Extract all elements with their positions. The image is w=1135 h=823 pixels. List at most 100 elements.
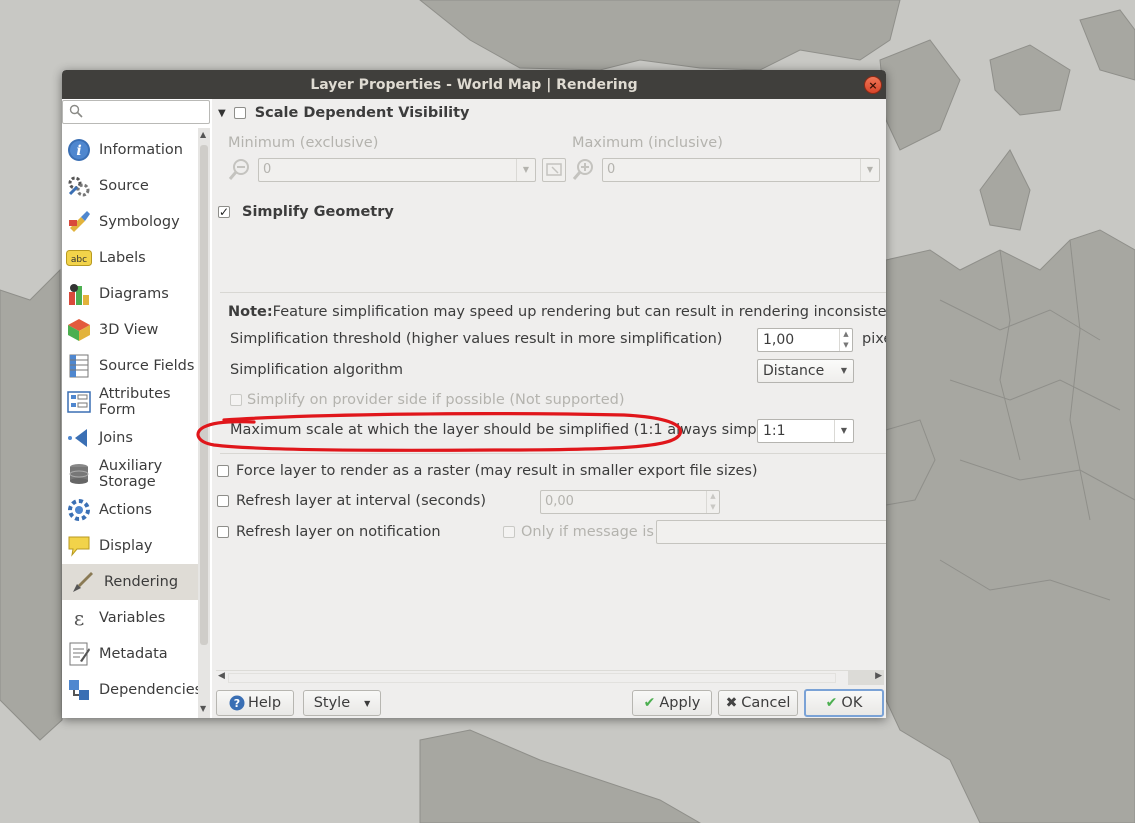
attributes-form-icon xyxy=(66,389,92,415)
cancel-label: Cancel xyxy=(741,695,791,711)
sidebar-item-metadata[interactable]: Metadata xyxy=(62,636,198,672)
search-icon xyxy=(69,104,83,118)
search-box[interactable] xyxy=(62,100,210,124)
joins-icon xyxy=(66,425,92,451)
symbology-icon xyxy=(66,209,92,235)
sidebar-item-rendering[interactable]: Rendering xyxy=(62,564,198,600)
sidebar-item-actions[interactable]: Actions xyxy=(62,492,198,528)
force-raster-checkbox[interactable] xyxy=(217,465,229,477)
current-scale-button[interactable] xyxy=(542,158,566,182)
sidebar-item-source-fields[interactable]: Source Fields xyxy=(62,348,198,384)
sidebar-item-auxiliary-storage[interactable]: Auxiliary Storage xyxy=(62,456,198,492)
spin-arrows-icon[interactable]: ▲ ▼ xyxy=(706,491,719,513)
refresh-notification-checkbox[interactable] xyxy=(217,526,229,538)
algorithm-value: Distance xyxy=(763,363,825,379)
min-scale-label: Minimum (exclusive) xyxy=(228,135,379,151)
checkmark-icon: ✔ xyxy=(825,695,838,711)
collapse-arrow-icon[interactable]: ▼ xyxy=(218,108,226,119)
scroll-right-icon[interactable]: ▶ xyxy=(875,671,882,681)
sidebar-item-diagrams[interactable]: Diagrams xyxy=(62,276,198,312)
only-if-message-checkbox[interactable] xyxy=(503,526,515,538)
scroll-left-icon[interactable]: ◀ xyxy=(218,671,225,681)
auxiliary-storage-icon xyxy=(66,461,92,487)
algorithm-combo[interactable]: Distance ▼ xyxy=(757,359,854,383)
message-input[interactable] xyxy=(656,520,886,544)
force-raster-row[interactable]: Force layer to render as a raster (may r… xyxy=(217,463,758,479)
max-scale-combo[interactable]: 0 ▼ xyxy=(602,158,880,182)
scale-visibility-title: Scale Dependent Visibility xyxy=(254,105,470,121)
sidebar-item-information[interactable]: i Information xyxy=(62,132,198,168)
scroll-down-icon[interactable]: ▼ xyxy=(200,704,206,713)
refresh-interval-row[interactable]: Refresh layer at interval (seconds) xyxy=(217,493,486,509)
refresh-interval-checkbox[interactable] xyxy=(217,495,229,507)
scroll-up-icon[interactable]: ▲ xyxy=(200,130,206,139)
sidebar-item-label: 3D View xyxy=(99,322,159,338)
sidebar-item-dependencies[interactable]: Dependencies xyxy=(62,672,202,708)
only-if-message-row[interactable]: Only if message is xyxy=(503,524,654,540)
threshold-spinbox[interactable]: 1,00 ▲ ▼ xyxy=(757,328,853,352)
chevron-down-icon: ▼ xyxy=(860,159,879,181)
simplify-geometry-header[interactable]: ✓ Simplify Geometry xyxy=(218,203,394,221)
threshold-label: Simplification threshold (higher values … xyxy=(230,331,723,347)
diagrams-icon xyxy=(66,281,92,307)
style-button[interactable]: Style ▼ xyxy=(303,690,381,716)
max-scale-label-row: Maximum (inclusive) xyxy=(572,135,723,151)
simplify-geometry-checkbox[interactable]: ✓ xyxy=(218,205,230,219)
horizontal-scrollbar[interactable]: ◀ ▶ xyxy=(216,670,884,685)
sidebar-item-labels[interactable]: abc Labels xyxy=(62,240,198,276)
sidebar-item-joins[interactable]: Joins xyxy=(62,420,198,456)
chevron-down-icon: ▼ xyxy=(516,159,535,181)
information-icon: i xyxy=(66,137,92,163)
scrollbar-thumb[interactable] xyxy=(200,145,208,645)
sidebar-item-label: Symbology xyxy=(99,214,180,230)
chevron-down-icon: ▼ xyxy=(364,698,371,708)
note-label: Note: xyxy=(228,304,273,320)
spin-arrows-icon[interactable]: ▲ ▼ xyxy=(839,329,852,351)
simplify-note: Note: Feature simplification may speed u… xyxy=(228,304,886,320)
max-scale-simplify-combo[interactable]: 1:1 ▼ xyxy=(757,419,854,443)
provider-side-label: Simplify on provider side if possible (N… xyxy=(247,392,625,408)
scale-visibility-header[interactable]: ▼ Scale Dependent Visibility xyxy=(218,104,470,122)
scale-visibility-checkbox[interactable] xyxy=(233,107,246,119)
sidebar-item-label: Attributes Form xyxy=(99,386,171,418)
max-scale-label: Maximum (inclusive) xyxy=(572,135,723,151)
scrollbar-thumb[interactable] xyxy=(228,673,836,683)
sidebar-item-3d-view[interactable]: 3D View xyxy=(62,312,198,348)
sidebar-item-label: Metadata xyxy=(99,646,168,662)
refresh-notification-row[interactable]: Refresh layer on notification xyxy=(217,524,441,540)
sidebar-scrollbar[interactable]: ▲ ▼ xyxy=(198,128,210,718)
provider-side-row[interactable]: Simplify on provider side if possible (N… xyxy=(230,392,625,408)
zoom-in-icon xyxy=(572,159,593,180)
max-scale-label: Maximum scale at which the layer should … xyxy=(230,422,796,438)
threshold-unit: pixels xyxy=(862,331,886,347)
search-input[interactable] xyxy=(89,103,208,123)
help-button[interactable]: ? Help xyxy=(216,690,294,716)
variables-icon: ε xyxy=(66,605,92,631)
min-scale-combo[interactable]: 0 ▼ xyxy=(258,158,536,182)
provider-side-checkbox[interactable] xyxy=(230,394,242,406)
max-scale-value: 1:1 xyxy=(763,423,786,439)
sidebar-item-variables[interactable]: ε Variables xyxy=(62,600,198,636)
ok-button[interactable]: ✔ OK xyxy=(804,689,884,717)
sidebar-item-source[interactable]: Source xyxy=(62,168,198,204)
sidebar-item-display[interactable]: Display xyxy=(62,528,198,564)
sidebar-item-symbology[interactable]: Symbology xyxy=(62,204,198,240)
close-button[interactable]: × xyxy=(864,76,882,94)
rendering-panel: ▼ Scale Dependent Visibility Minimum (ex… xyxy=(212,99,886,718)
close-icon: × xyxy=(868,79,878,92)
apply-button[interactable]: ✔ Apply xyxy=(632,690,712,716)
refresh-notification-label: Refresh layer on notification xyxy=(236,524,441,540)
sidebar-item-attributes-form[interactable]: Attributes Form xyxy=(62,384,198,420)
apply-label: Apply xyxy=(659,695,701,711)
svg-text:ε: ε xyxy=(74,606,84,630)
threshold-row: Simplification threshold (higher values … xyxy=(230,331,722,347)
help-icon: ? xyxy=(229,695,245,711)
display-icon xyxy=(66,533,92,559)
threshold-unit-row: pixels xyxy=(862,331,886,347)
note-text: Feature simplification may speed up rend… xyxy=(272,304,886,320)
cancel-button[interactable]: ✖ Cancel xyxy=(718,690,798,716)
refresh-interval-label: Refresh layer at interval (seconds) xyxy=(236,493,487,509)
svg-text:?: ? xyxy=(234,697,240,710)
rendering-icon xyxy=(70,569,96,595)
refresh-interval-spinbox[interactable]: 0,00 ▲ ▼ xyxy=(540,490,720,514)
